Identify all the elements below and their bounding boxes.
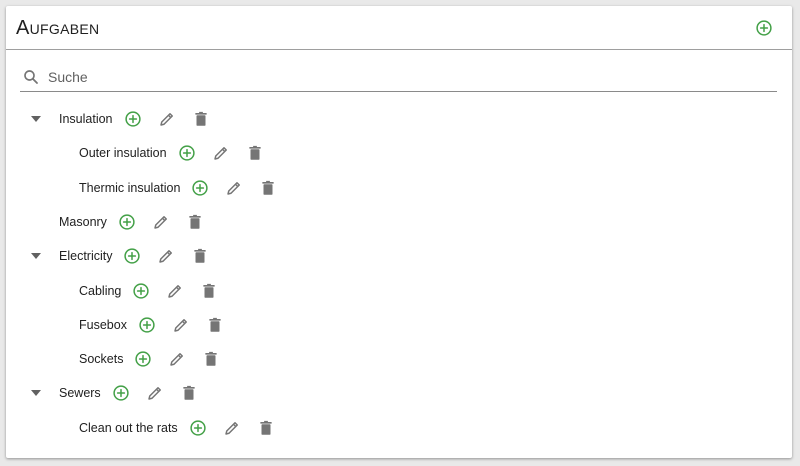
trash-icon <box>260 420 272 435</box>
caret-down-icon <box>31 253 41 259</box>
caret-down-icon <box>31 390 41 396</box>
task-label: Thermic insulation <box>79 181 181 195</box>
task-label: Sockets <box>79 352 124 366</box>
delete-task-button[interactable] <box>183 210 207 234</box>
task-row: Sockets <box>79 347 233 371</box>
delete-task-button[interactable] <box>243 141 267 165</box>
task-label: Fusebox <box>79 318 127 332</box>
task-label: Outer insulation <box>79 146 167 160</box>
search-bar <box>20 65 777 92</box>
add-subtask-button[interactable] <box>129 279 153 303</box>
pencil-icon <box>147 387 161 400</box>
task-label: Sewers <box>59 386 101 400</box>
add-circle-icon <box>119 214 135 230</box>
delete-task-button[interactable] <box>203 313 227 337</box>
task-row: Cabling <box>79 279 231 303</box>
trash-icon <box>189 214 201 229</box>
expand-toggle-8[interactable] <box>30 387 42 399</box>
add-subtask-button[interactable] <box>115 210 139 234</box>
add-circle-icon <box>133 283 150 299</box>
tasks-panel: Aufgaben Insulation Outer insulation Therm… <box>6 6 792 458</box>
panel-title: Aufgaben <box>16 17 100 39</box>
add-subtask-button[interactable] <box>175 141 199 165</box>
delete-task-button[interactable] <box>256 176 280 200</box>
pencil-icon <box>224 422 238 435</box>
pencil-icon <box>168 285 182 298</box>
expand-toggle-0[interactable] <box>30 113 42 125</box>
task-label: Clean out the rats <box>79 421 178 435</box>
add-circle-icon <box>139 317 155 333</box>
task-row: Electricity <box>59 244 222 268</box>
delete-task-button[interactable] <box>177 381 201 405</box>
edit-task-button[interactable] <box>154 244 178 268</box>
edit-task-button[interactable] <box>209 141 233 165</box>
add-subtask-button[interactable] <box>188 176 212 200</box>
edit-task-button[interactable] <box>165 347 189 371</box>
task-row: Outer insulation <box>79 141 277 165</box>
edit-task-button[interactable] <box>149 210 173 234</box>
edit-task-button[interactable] <box>169 313 193 337</box>
add-subtask-button[interactable] <box>186 416 210 440</box>
expand-toggle-4[interactable] <box>30 250 42 262</box>
add-circle-icon <box>192 180 209 196</box>
search-input[interactable] <box>48 65 768 89</box>
edit-task-button[interactable] <box>163 279 187 303</box>
add-circle-icon <box>756 20 772 36</box>
trash-icon <box>183 385 195 400</box>
add-circle-icon <box>113 385 129 401</box>
add-circle-icon <box>124 111 141 127</box>
panel-header: Aufgaben <box>6 6 792 50</box>
pencil-icon <box>213 147 227 160</box>
trash-icon <box>205 351 218 366</box>
add-circle-icon <box>190 420 206 436</box>
task-label: Electricity <box>59 249 113 263</box>
pencil-icon <box>154 216 167 229</box>
add-task-button[interactable] <box>755 19 773 37</box>
task-label: Insulation <box>59 112 113 126</box>
edit-task-button[interactable] <box>222 176 246 200</box>
pencil-icon <box>170 353 184 366</box>
add-subtask-button[interactable] <box>109 381 133 405</box>
delete-task-button[interactable] <box>199 347 223 371</box>
add-circle-icon <box>178 145 195 161</box>
task-label: Masonry <box>59 215 107 229</box>
delete-task-button[interactable] <box>189 107 213 131</box>
search-icon <box>22 68 40 86</box>
caret-down-icon <box>31 116 41 122</box>
edit-task-button[interactable] <box>220 416 244 440</box>
delete-task-button[interactable] <box>197 279 221 303</box>
add-subtask-button[interactable] <box>121 107 145 131</box>
task-row: Masonry <box>59 210 217 234</box>
pencil-icon <box>227 182 241 195</box>
edit-task-button[interactable] <box>155 107 179 131</box>
task-row: Fusebox <box>79 313 237 337</box>
trash-icon <box>262 180 275 195</box>
add-circle-icon <box>124 248 141 264</box>
pencil-icon <box>174 319 187 332</box>
add-subtask-button[interactable] <box>120 244 144 268</box>
pencil-icon <box>159 250 173 263</box>
trash-icon <box>209 317 221 332</box>
add-circle-icon <box>135 351 152 367</box>
task-row: Insulation <box>59 107 223 131</box>
trash-icon <box>194 111 207 126</box>
task-row: Clean out the rats <box>79 416 288 440</box>
task-label: Cabling <box>79 284 122 298</box>
task-row: Thermic insulation <box>79 176 290 200</box>
delete-task-button[interactable] <box>188 244 212 268</box>
add-subtask-button[interactable] <box>131 347 155 371</box>
trash-icon <box>194 248 207 263</box>
pencil-icon <box>159 113 173 126</box>
trash-icon <box>203 283 216 298</box>
trash-icon <box>248 145 261 160</box>
task-row: Sewers <box>59 381 211 405</box>
add-subtask-button[interactable] <box>135 313 159 337</box>
delete-task-button[interactable] <box>254 416 278 440</box>
edit-task-button[interactable] <box>143 381 167 405</box>
